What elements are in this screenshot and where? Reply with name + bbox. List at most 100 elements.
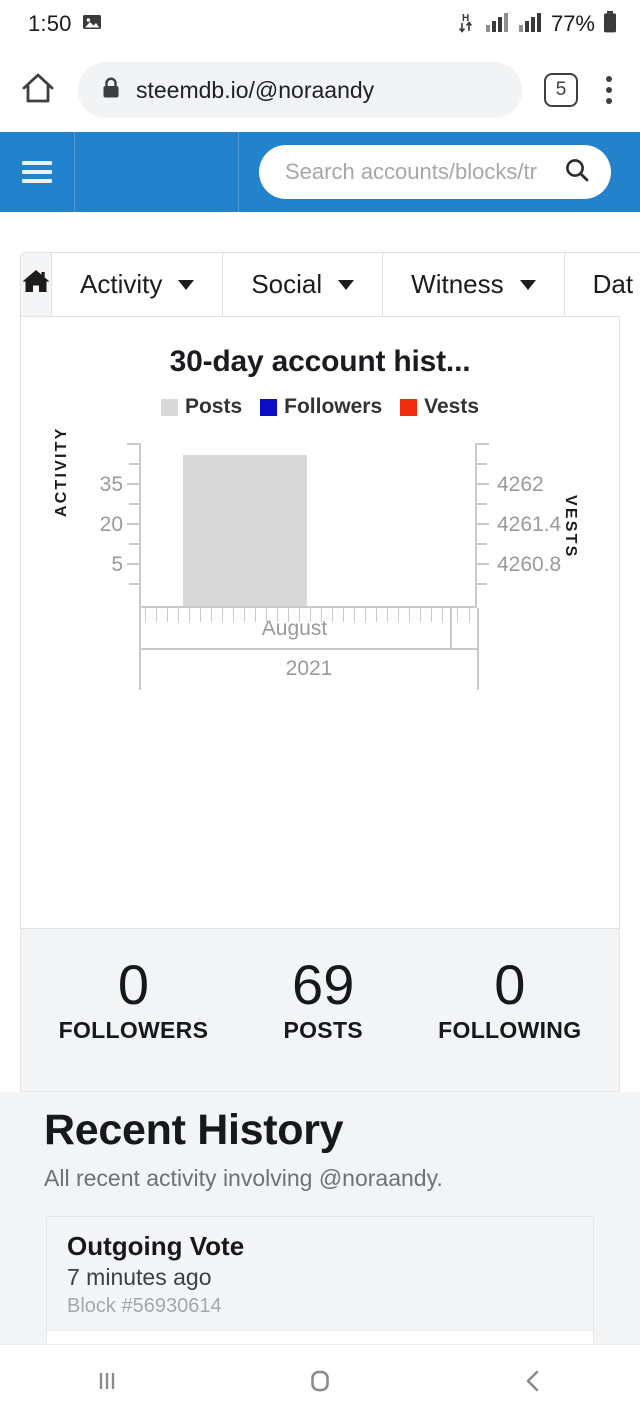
signal-bars-secondary-icon: [518, 11, 544, 38]
browser-home-button[interactable]: [10, 62, 66, 118]
chart-left-axis-title: ACTIVITY: [53, 426, 70, 518]
navbar-divider-left: [74, 132, 75, 212]
phone-screen: 1:50 H 77% steemdb.io/@noraandy 5 Search…: [0, 0, 640, 1422]
url-bar[interactable]: steemdb.io/@noraandy: [78, 62, 522, 118]
network-type-icon: H: [458, 10, 478, 39]
tab-activity-label: Activity: [80, 269, 163, 299]
history-item-header: Outgoing Vote 7 minutes ago Block #56930…: [47, 1217, 593, 1331]
stat-posts[interactable]: 69 POSTS: [283, 953, 363, 1044]
right-axis-tick: [477, 563, 489, 565]
right-axis-tick: [477, 443, 489, 445]
history-item-block: Block #56930614: [67, 1295, 222, 1317]
left-axis-tick-label: 35: [99, 473, 123, 496]
stat-posts-label: POSTS: [283, 1017, 363, 1044]
android-navigation-bar: [0, 1344, 640, 1422]
hamburger-icon[interactable]: [0, 132, 74, 212]
stat-following-value: 0: [494, 953, 526, 1016]
right-axis-tick: [477, 543, 487, 545]
legend-swatch-posts: [160, 398, 178, 416]
home-icon: [19, 69, 57, 112]
search-box[interactable]: Search accounts/blocks/tr: [259, 145, 611, 199]
search-icon[interactable]: [563, 156, 591, 189]
year-band-top-border: [139, 648, 479, 650]
chevron-down-icon: [338, 279, 355, 290]
month-band-divider: [450, 608, 452, 648]
stat-followers-label: FOLLOWERS: [58, 1017, 209, 1044]
history-item-time: 7 minutes ago: [67, 1264, 212, 1290]
signal-bars-icon: [485, 11, 511, 38]
right-axis-tick: [477, 503, 487, 505]
left-axis-tick: [129, 503, 139, 505]
left-axis-line: [139, 443, 141, 606]
back-chevron-icon[interactable]: [513, 1361, 553, 1406]
tab-social[interactable]: Social: [223, 253, 384, 316]
stat-posts-value: 69: [292, 953, 355, 1016]
tab-witness[interactable]: Witness: [383, 253, 565, 316]
tab-counter-button[interactable]: 5: [544, 73, 578, 107]
chart-plot-area: ACTIVITY VESTS 35 20 5 4262 4261.4 4260.…: [21, 427, 619, 831]
battery-icon: [602, 10, 618, 39]
left-axis-tick-label: 20: [99, 513, 123, 536]
page-title: Recent History: [44, 1106, 344, 1154]
chart-bar-posts: [183, 455, 307, 606]
clock: 1:50: [28, 11, 72, 36]
account-stats-band: 0 FOLLOWERS 69 POSTS 0 FOLLOWING: [20, 929, 620, 1092]
site-navbar: Search accounts/blocks/tr: [0, 132, 640, 212]
account-tab-strip: Activity Social Witness Dat: [20, 252, 640, 316]
legend-item-posts: Posts: [160, 395, 243, 419]
x-axis-year-label: 2021: [285, 657, 333, 680]
left-axis-tick: [127, 483, 139, 485]
chevron-down-icon: [519, 279, 536, 290]
right-axis-tick: [477, 483, 489, 485]
left-axis-tick: [127, 443, 139, 445]
x-axis-day-tick: [457, 608, 459, 622]
legend-label-vests: Vests: [424, 395, 480, 418]
status-bar: 1:50 H 77%: [0, 0, 640, 48]
battery-percent: 77%: [550, 11, 595, 36]
legend-label-followers: Followers: [284, 395, 383, 418]
chevron-down-icon: [178, 279, 195, 290]
legend-item-followers: Followers: [260, 395, 382, 419]
legend-item-vests: Vests: [400, 395, 479, 419]
left-axis-tick-label: 5: [111, 553, 123, 576]
stat-following[interactable]: 0 FOLLOWING: [438, 953, 582, 1044]
account-history-chart-card: 30-day account hist... Posts Followers V…: [20, 316, 620, 929]
right-axis-tick: [477, 463, 487, 465]
stat-followers[interactable]: 0 FOLLOWERS: [58, 953, 209, 1044]
tab-data[interactable]: Dat: [564, 253, 640, 316]
recents-icon[interactable]: [87, 1361, 127, 1406]
right-axis-tick: [477, 523, 489, 525]
month-band-right-border: [477, 608, 479, 648]
left-axis-tick: [129, 583, 139, 585]
x-axis-month-label: August: [261, 617, 328, 640]
legend-label-posts: Posts: [184, 395, 243, 418]
tab-social-label: Social: [251, 269, 323, 299]
browser-toolbar: steemdb.io/@noraandy 5: [0, 48, 640, 132]
stat-following-label: FOLLOWING: [438, 1017, 582, 1044]
image-icon: [82, 12, 102, 37]
tab-witness-label: Witness: [411, 269, 504, 299]
right-axis-tick: [477, 583, 487, 585]
stat-followers-value: 0: [117, 953, 149, 1016]
status-bar-right: H 77%: [458, 10, 618, 39]
tab-activity[interactable]: Activity: [52, 253, 224, 316]
right-axis-tick-label: 4262: [497, 473, 544, 496]
home-square-icon[interactable]: [300, 1361, 340, 1406]
tab-home[interactable]: [21, 253, 52, 316]
home-icon: [21, 267, 51, 302]
chart-legend: Posts Followers Vests: [21, 395, 619, 419]
chart-title: 30-day account hist...: [169, 345, 471, 378]
kebab-menu-icon[interactable]: [592, 69, 626, 111]
x-axis-day-tick: [469, 608, 471, 622]
navbar-divider-right: [238, 132, 239, 212]
search-input[interactable]: Search accounts/blocks/tr: [285, 159, 555, 185]
left-axis-tick: [127, 563, 139, 565]
legend-swatch-followers: [260, 398, 278, 416]
right-axis-tick-label: 4261.4: [497, 513, 562, 536]
url-text: steemdb.io/@noraandy: [136, 76, 375, 103]
right-axis-tick-label: 4260.8: [497, 553, 562, 576]
lock-icon: [100, 76, 122, 105]
legend-swatch-vests: [400, 398, 418, 416]
left-axis-tick: [129, 463, 139, 465]
history-item-type: Outgoing Vote: [67, 1231, 245, 1261]
